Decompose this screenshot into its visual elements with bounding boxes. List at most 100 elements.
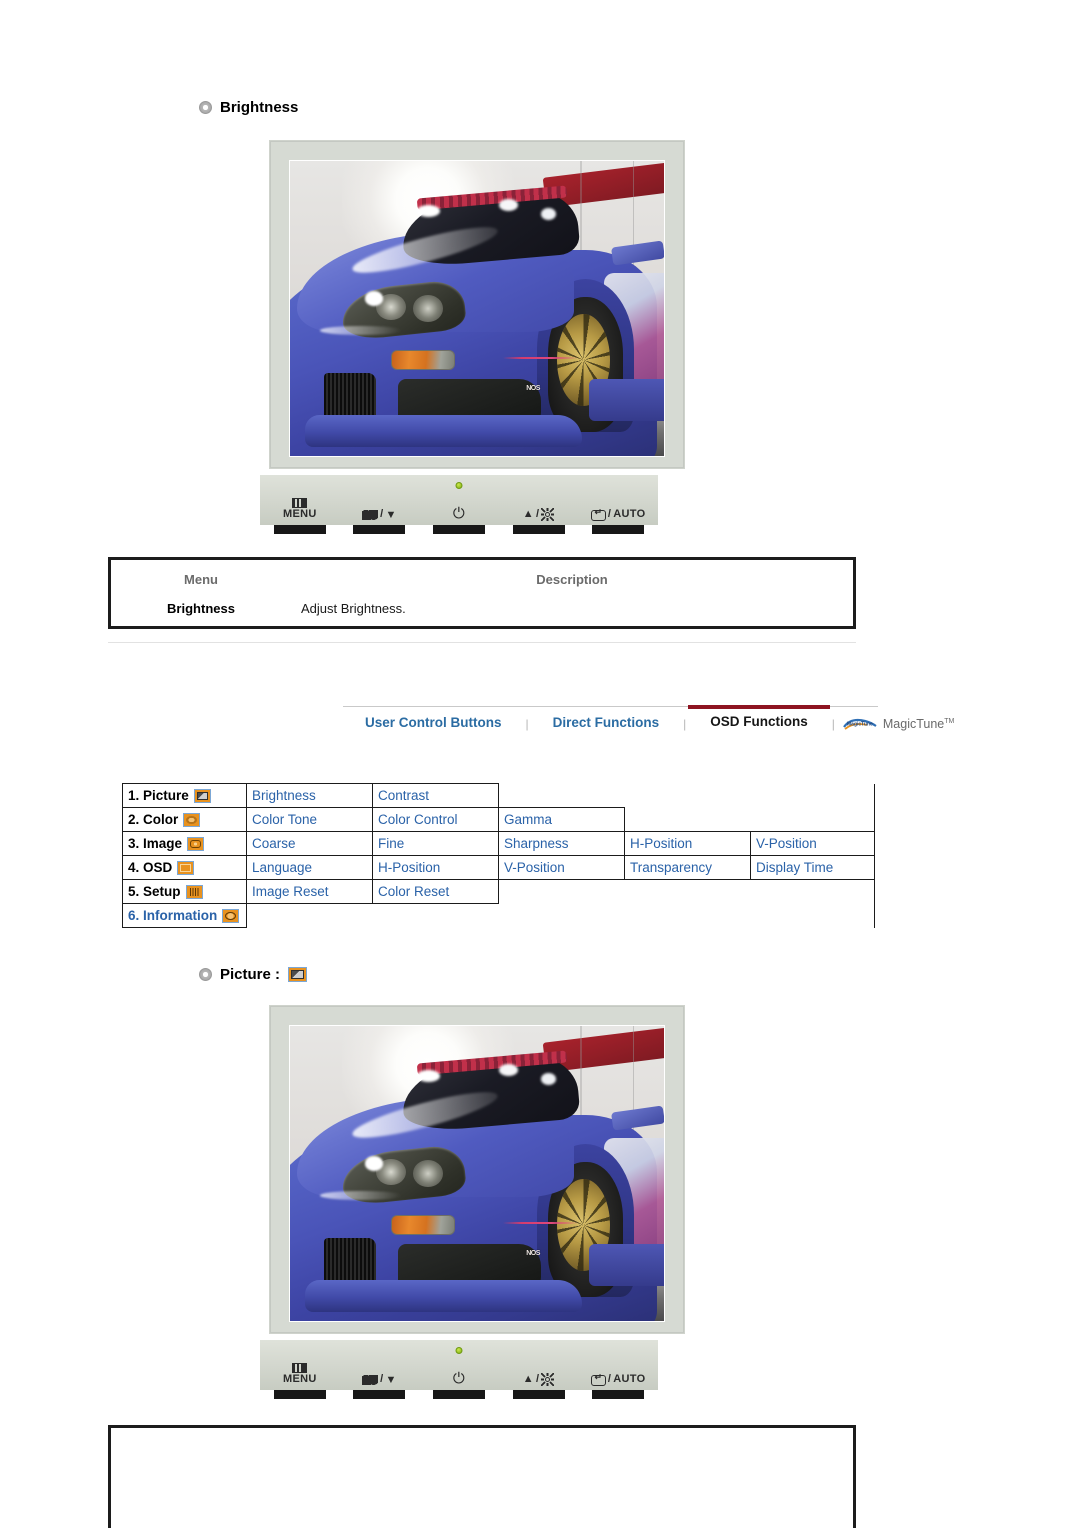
row-menu-name: Brightness bbox=[167, 601, 235, 616]
button-tab[interactable] bbox=[512, 1390, 565, 1399]
osd-item-h-position[interactable]: H-Position bbox=[372, 855, 499, 880]
button-tab[interactable] bbox=[273, 1390, 326, 1399]
brightness-heading-label: Brightness bbox=[220, 99, 299, 116]
tab-osd-functions[interactable]: OSD Functions bbox=[688, 704, 830, 733]
osd-item-image-reset[interactable]: Image Reset bbox=[246, 879, 373, 904]
table-row-osd: 4. OSD Language H-Position V-Position Tr… bbox=[122, 855, 875, 880]
brightness-section-heading: Brightness bbox=[199, 99, 298, 116]
column-header-menu: Menu bbox=[184, 572, 218, 587]
osd-empty-cell bbox=[499, 880, 625, 904]
osd-item-h-position[interactable]: H-Position bbox=[624, 831, 751, 856]
osd-category-image[interactable]: 3. Image bbox=[122, 831, 247, 856]
sun-icon bbox=[541, 508, 554, 521]
power-led bbox=[455, 1347, 463, 1354]
category-label: 4. OSD bbox=[128, 860, 173, 875]
osd-empty-cell bbox=[625, 880, 751, 904]
brightness-up-button[interactable]: ▲ / bbox=[501, 508, 577, 521]
menu-button[interactable]: MENU bbox=[262, 1363, 338, 1386]
monitor-illustration-picture: NOS MENU / ▼ ⏻ ▲ / ↵ / AUTO bbox=[259, 1006, 684, 1399]
screen-photo-car: NOS bbox=[290, 1026, 664, 1321]
osd-item-contrast[interactable]: Contrast bbox=[372, 783, 499, 808]
enter-auto-button[interactable]: / AUTO bbox=[580, 1373, 656, 1386]
menu-button[interactable]: MENU bbox=[262, 498, 338, 521]
button-tab[interactable] bbox=[432, 525, 485, 534]
sun-icon bbox=[541, 1373, 554, 1386]
osd-item-color-control[interactable]: Color Control bbox=[372, 807, 499, 832]
osd-item-gamma[interactable]: Gamma bbox=[498, 807, 625, 832]
image-icon bbox=[187, 836, 205, 851]
bottom-table-frame bbox=[108, 1425, 856, 1528]
button-tab[interactable] bbox=[353, 525, 406, 534]
tab-direct-functions[interactable]: Direct Functions bbox=[531, 714, 682, 734]
osd-item-fine[interactable]: Fine bbox=[372, 831, 499, 856]
monitor-illustration-brightness: NOS MENU / ▼ ⏻ ▲ / ↵ / AUTO bbox=[259, 141, 684, 534]
osd-item-color-reset[interactable]: Color Reset bbox=[372, 879, 499, 904]
power-button[interactable]: ⏻ bbox=[421, 506, 497, 521]
enter-icon bbox=[590, 508, 606, 521]
osd-category-osd[interactable]: 4. OSD bbox=[122, 855, 247, 880]
table-row-color: 2. Color Color Tone Color Control Gamma bbox=[122, 807, 875, 832]
separator-slash: / bbox=[535, 1372, 540, 1385]
down-arrow-icon: ▼ bbox=[385, 1373, 397, 1386]
svg-text:MagicTune: MagicTune bbox=[847, 721, 873, 727]
separator-slash: / bbox=[607, 1373, 612, 1386]
osd-item-color-tone[interactable]: Color Tone bbox=[246, 807, 373, 832]
osd-item-transparency[interactable]: Transparency bbox=[624, 855, 751, 880]
button-tab[interactable] bbox=[432, 1390, 485, 1399]
separator-slash: / bbox=[535, 507, 540, 520]
contrast-down-button[interactable]: / ▼ bbox=[341, 1374, 417, 1386]
tab-user-control-buttons[interactable]: User Control Buttons bbox=[343, 714, 524, 734]
table-row-picture: 1. Picture Brightness Contrast bbox=[122, 783, 875, 808]
tab-separator: | bbox=[525, 717, 529, 731]
tab-separator: | bbox=[683, 717, 687, 731]
navigation-tabs: User Control Buttons | Direct Functions … bbox=[343, 704, 954, 734]
osd-empty-cell bbox=[625, 904, 751, 928]
osd-item-language[interactable]: Language bbox=[246, 855, 373, 880]
osd-category-information[interactable]: 6. Information bbox=[122, 903, 247, 928]
osd-empty-cell bbox=[625, 808, 751, 832]
osd-functions-table: 1. Picture Brightness Contrast 2. Color … bbox=[122, 783, 875, 928]
power-icon: ⏻ bbox=[452, 505, 466, 522]
category-label: 5. Setup bbox=[128, 884, 181, 899]
category-label: 1. Picture bbox=[128, 788, 189, 803]
button-tab[interactable] bbox=[273, 525, 326, 534]
color-icon bbox=[183, 812, 201, 827]
osd-category-picture[interactable]: 1. Picture bbox=[122, 783, 247, 808]
table-row: Brightness Adjust Brightness. bbox=[111, 597, 853, 630]
button-tab[interactable] bbox=[592, 525, 645, 534]
bullet-icon bbox=[199, 101, 212, 114]
button-tab[interactable] bbox=[592, 1390, 645, 1399]
power-icon: ⏻ bbox=[452, 1370, 466, 1387]
description-table-header-row: Menu Description bbox=[111, 560, 853, 597]
menu-button-label: MENU bbox=[283, 1373, 317, 1386]
tab-magictune[interactable]: MagicTune MagicTuneTM bbox=[837, 717, 954, 731]
enter-icon bbox=[590, 1373, 606, 1386]
button-tabs bbox=[260, 1390, 658, 1399]
auto-label: AUTO bbox=[613, 1373, 646, 1386]
osd-empty-cell bbox=[373, 904, 499, 928]
monitor-bezel: NOS bbox=[270, 1006, 684, 1333]
osd-empty-cell bbox=[750, 783, 875, 808]
button-tab[interactable] bbox=[512, 525, 565, 534]
monitor-screen: NOS bbox=[289, 1025, 665, 1322]
button-tab[interactable] bbox=[353, 1390, 406, 1399]
section-divider bbox=[108, 642, 856, 643]
osd-category-color[interactable]: 2. Color bbox=[122, 807, 247, 832]
category-label: 6. Information bbox=[128, 908, 218, 923]
osd-item-sharpness[interactable]: Sharpness bbox=[498, 831, 625, 856]
osd-empty-cell bbox=[499, 784, 625, 808]
brightness-up-button[interactable]: ▲ / bbox=[501, 1373, 577, 1386]
osd-category-setup[interactable]: 5. Setup bbox=[122, 879, 247, 904]
category-label: 3. Image bbox=[128, 836, 183, 851]
osd-item-coarse[interactable]: Coarse bbox=[246, 831, 373, 856]
osd-item-brightness[interactable]: Brightness bbox=[246, 783, 373, 808]
power-button[interactable]: ⏻ bbox=[421, 1371, 497, 1386]
enter-auto-button[interactable]: / AUTO bbox=[580, 508, 656, 521]
contrast-down-button[interactable]: / ▼ bbox=[341, 509, 417, 521]
table-row-image: 3. Image Coarse Fine Sharpness H-Positio… bbox=[122, 831, 875, 856]
osd-item-v-position[interactable]: V-Position bbox=[750, 831, 875, 856]
picture-icon bbox=[288, 967, 308, 982]
osd-item-display-time[interactable]: Display Time bbox=[750, 855, 875, 880]
osd-item-v-position[interactable]: V-Position bbox=[498, 855, 625, 880]
description-table: Menu Description Brightness Adjust Brigh… bbox=[108, 557, 856, 629]
